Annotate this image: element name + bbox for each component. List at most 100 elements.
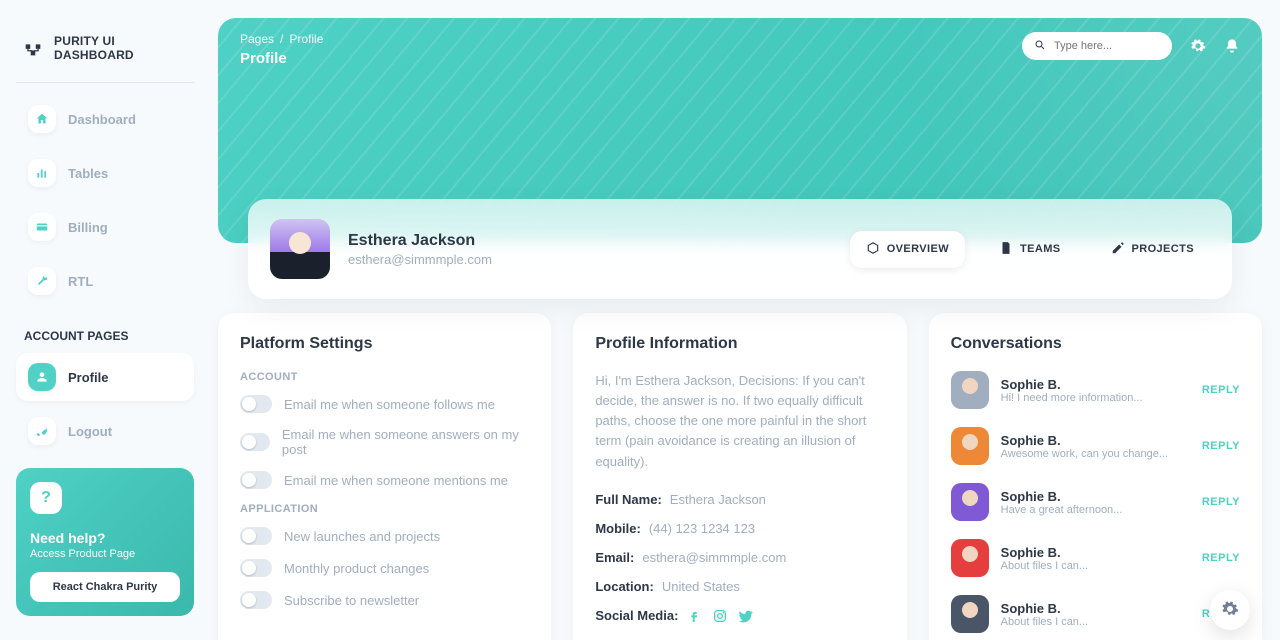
sidebar-item-label: Logout <box>68 424 112 439</box>
tab-label: TEAMS <box>1020 243 1061 255</box>
info-value: United States <box>662 579 740 594</box>
help-cta-button[interactable]: React Chakra Purity <box>30 572 180 602</box>
toggle[interactable] <box>240 591 272 609</box>
avatar <box>951 595 989 633</box>
brand-title: PURITY UI DASHBOARD <box>54 34 188 62</box>
brand: PURITY UI DASHBOARD <box>16 24 194 83</box>
info-key: Social Media: <box>595 608 678 624</box>
conversation-preview: Awesome work, can you change... <box>1001 448 1168 460</box>
reply-button[interactable]: REPLY <box>1202 496 1240 508</box>
sidebar: PURITY UI DASHBOARD Dashboard Tables Bil… <box>0 0 210 640</box>
sidebar-item-logout[interactable]: Logout <box>16 407 194 455</box>
bell-icon[interactable] <box>1224 38 1240 54</box>
sidebar-item-label: RTL <box>68 274 93 289</box>
sidebar-section-label: ACCOUNT PAGES <box>24 329 186 343</box>
sidebar-item-tables[interactable]: Tables <box>16 149 194 197</box>
reply-button[interactable]: REPLY <box>1202 384 1240 396</box>
avatar <box>951 371 989 409</box>
search-box[interactable] <box>1022 32 1172 60</box>
card-title: Conversations <box>951 335 1240 353</box>
card-icon <box>28 213 56 241</box>
tab-teams[interactable]: TEAMS <box>983 231 1077 268</box>
info-key: Email: <box>595 550 634 565</box>
reply-button[interactable]: REPLY <box>1202 552 1240 564</box>
tab-projects[interactable]: PROJECTS <box>1095 231 1211 268</box>
setting-label: Subscribe to newsletter <box>284 593 419 608</box>
info-key: Full Name: <box>595 492 661 507</box>
help-subtitle: Access Product Page <box>30 548 180 560</box>
main: Pages / Profile Profile <box>210 0 1280 640</box>
gear-icon[interactable] <box>1190 38 1206 54</box>
setting-label: Monthly product changes <box>284 561 429 576</box>
sidebar-item-rtl[interactable]: RTL <box>16 257 194 305</box>
platform-settings-card: Platform Settings ACCOUNT Email me when … <box>218 313 551 640</box>
doc-icon <box>999 241 1013 258</box>
sidebar-item-billing[interactable]: Billing <box>16 203 194 251</box>
instagram-icon[interactable] <box>712 608 728 624</box>
info-value: esthera@simmmple.com <box>642 550 786 565</box>
conversation-name: Sophie B. <box>1001 601 1088 616</box>
conversation-preview: About files I can... <box>1001 616 1088 628</box>
setting-label: Email me when someone follows me <box>284 397 495 412</box>
conversation-name: Sophie B. <box>1001 545 1088 560</box>
toggle[interactable] <box>240 471 272 489</box>
sidebar-item-label: Profile <box>68 370 108 385</box>
toggle[interactable] <box>240 395 272 413</box>
sidebar-item-label: Dashboard <box>68 112 136 127</box>
profile-email: esthera@simmmple.com <box>348 252 492 267</box>
gear-icon <box>1221 600 1239 621</box>
breadcrumb-item[interactable]: Pages <box>240 32 274 46</box>
conversation-row: Sophie B.About files I can... REPLY <box>951 539 1240 577</box>
reply-button[interactable]: REPLY <box>1202 440 1240 452</box>
help-title: Need help? <box>30 530 180 546</box>
setting-row: Email me when someone follows me <box>240 395 529 413</box>
toggle[interactable] <box>240 433 270 451</box>
breadcrumb-item[interactable]: Profile <box>289 32 323 46</box>
breadcrumb: Pages / Profile <box>240 32 323 46</box>
conversation-name: Sophie B. <box>1001 377 1143 392</box>
page-title: Profile <box>240 50 323 67</box>
facebook-icon[interactable] <box>686 608 702 624</box>
search-input[interactable] <box>1054 40 1160 52</box>
setting-row: New launches and projects <box>240 527 529 545</box>
toggle[interactable] <box>240 527 272 545</box>
stats-icon <box>28 159 56 187</box>
settings-fab[interactable] <box>1210 590 1250 630</box>
settings-group-heading: APPLICATION <box>240 503 529 515</box>
twitter-icon[interactable] <box>738 608 754 624</box>
avatar <box>270 219 330 279</box>
setting-row: Subscribe to newsletter <box>240 591 529 609</box>
brand-logo-icon <box>22 37 44 59</box>
avatar <box>951 539 989 577</box>
user-icon <box>28 363 56 391</box>
sidebar-item-label: Billing <box>68 220 108 235</box>
help-card: ? Need help? Access Product Page React C… <box>16 468 194 616</box>
pen-icon <box>1111 241 1125 258</box>
toggle[interactable] <box>240 559 272 577</box>
setting-label: Email me when someone mentions me <box>284 473 508 488</box>
conversation-name: Sophie B. <box>1001 489 1123 504</box>
settings-group-heading: ACCOUNT <box>240 371 529 383</box>
conversations-card: Conversations Sophie B.Hi! I need more i… <box>929 313 1262 640</box>
info-value: (44) 123 1234 123 <box>649 521 755 536</box>
conversation-preview: About files I can... <box>1001 560 1088 572</box>
info-value: Esthera Jackson <box>670 492 766 507</box>
cube-icon <box>866 241 880 258</box>
home-icon <box>28 105 56 133</box>
conversation-name: Sophie B. <box>1001 433 1168 448</box>
tab-label: OVERVIEW <box>887 243 949 255</box>
profile-name: Esthera Jackson <box>348 232 492 250</box>
breadcrumb-separator: / <box>280 32 283 46</box>
conversation-preview: Have a great afternoon... <box>1001 504 1123 516</box>
conversation-row: Sophie B.Have a great afternoon... REPLY <box>951 483 1240 521</box>
sidebar-item-dashboard[interactable]: Dashboard <box>16 95 194 143</box>
tab-overview[interactable]: OVERVIEW <box>850 231 965 268</box>
rocket-icon <box>28 417 56 445</box>
setting-row: Email me when someone answers on my post <box>240 427 529 457</box>
profile-info-card: Profile Information Hi, I'm Esthera Jack… <box>573 313 906 640</box>
avatar <box>951 427 989 465</box>
hero-banner: Pages / Profile Profile <box>218 18 1262 243</box>
info-key: Location: <box>595 579 654 594</box>
wrench-icon <box>28 267 56 295</box>
sidebar-item-profile[interactable]: Profile <box>16 353 194 401</box>
